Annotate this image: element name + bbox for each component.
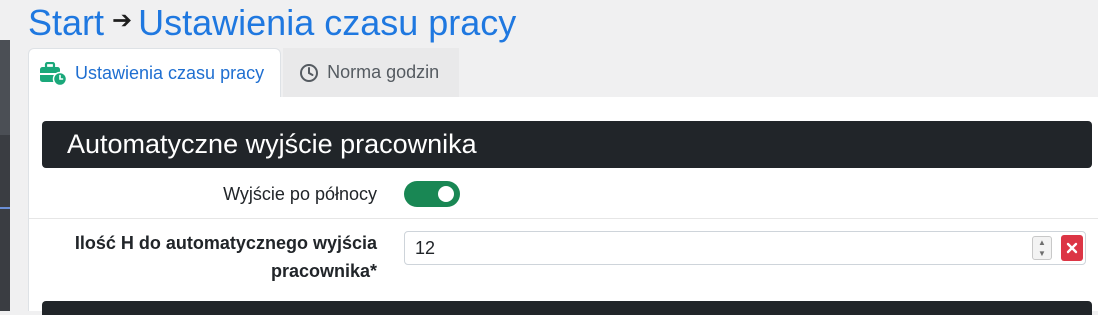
form-row-auto-exit-hours: Ilość H do automatycznego wyjścia pracow… [29, 219, 1098, 299]
auto-exit-hours-input[interactable] [405, 232, 1025, 264]
tab-working-time-settings[interactable]: Ustawienia czasu pracy [28, 48, 282, 98]
spinner-up-icon[interactable]: ▲ [1038, 238, 1046, 247]
section-title: Automatyczne wyjście pracownika [67, 129, 477, 159]
clock-icon [299, 63, 319, 83]
briefcase-clock-icon [39, 61, 67, 86]
breadcrumb-current[interactable]: Ustawienia czasu pracy [138, 2, 516, 44]
section-header: Automatyczne wyjście pracownika [42, 121, 1092, 168]
settings-panel: Automatyczne wyjście pracownika Wyjście … [28, 97, 1098, 315]
breadcrumb-home-link[interactable]: Start [28, 2, 104, 44]
auto-exit-hours-label: Ilość H do automatycznego wyjścia pracow… [74, 233, 377, 281]
tab-label: Ustawienia czasu pracy [75, 63, 265, 83]
window-edge-accent [0, 207, 10, 209]
tab-hours-norm[interactable]: Norma godzin [283, 48, 460, 97]
clear-button[interactable] [1061, 235, 1083, 261]
tab-bar: Ustawienia czasu pracy Norma godzin [28, 48, 460, 98]
window-edge-top [0, 40, 10, 135]
midnight-exit-label: Wyjście po północy [223, 184, 377, 204]
form-row-midnight-exit: Wyjście po północy [29, 170, 1098, 219]
window-edge [0, 40, 10, 311]
auto-exit-hours-field: ▲ ▼ [404, 231, 1086, 265]
close-icon [1066, 242, 1078, 254]
number-spinner[interactable]: ▲ ▼ [1032, 236, 1052, 260]
next-section-header [42, 301, 1092, 315]
breadcrumb-arrow-icon: ➔ [112, 6, 133, 34]
toggle-knob [438, 186, 454, 202]
tab-label: Norma godzin [327, 62, 440, 82]
spinner-down-icon[interactable]: ▼ [1038, 249, 1046, 258]
breadcrumb: Start ➔ Ustawienia czasu pracy [28, 0, 516, 46]
midnight-exit-toggle[interactable] [404, 181, 460, 207]
